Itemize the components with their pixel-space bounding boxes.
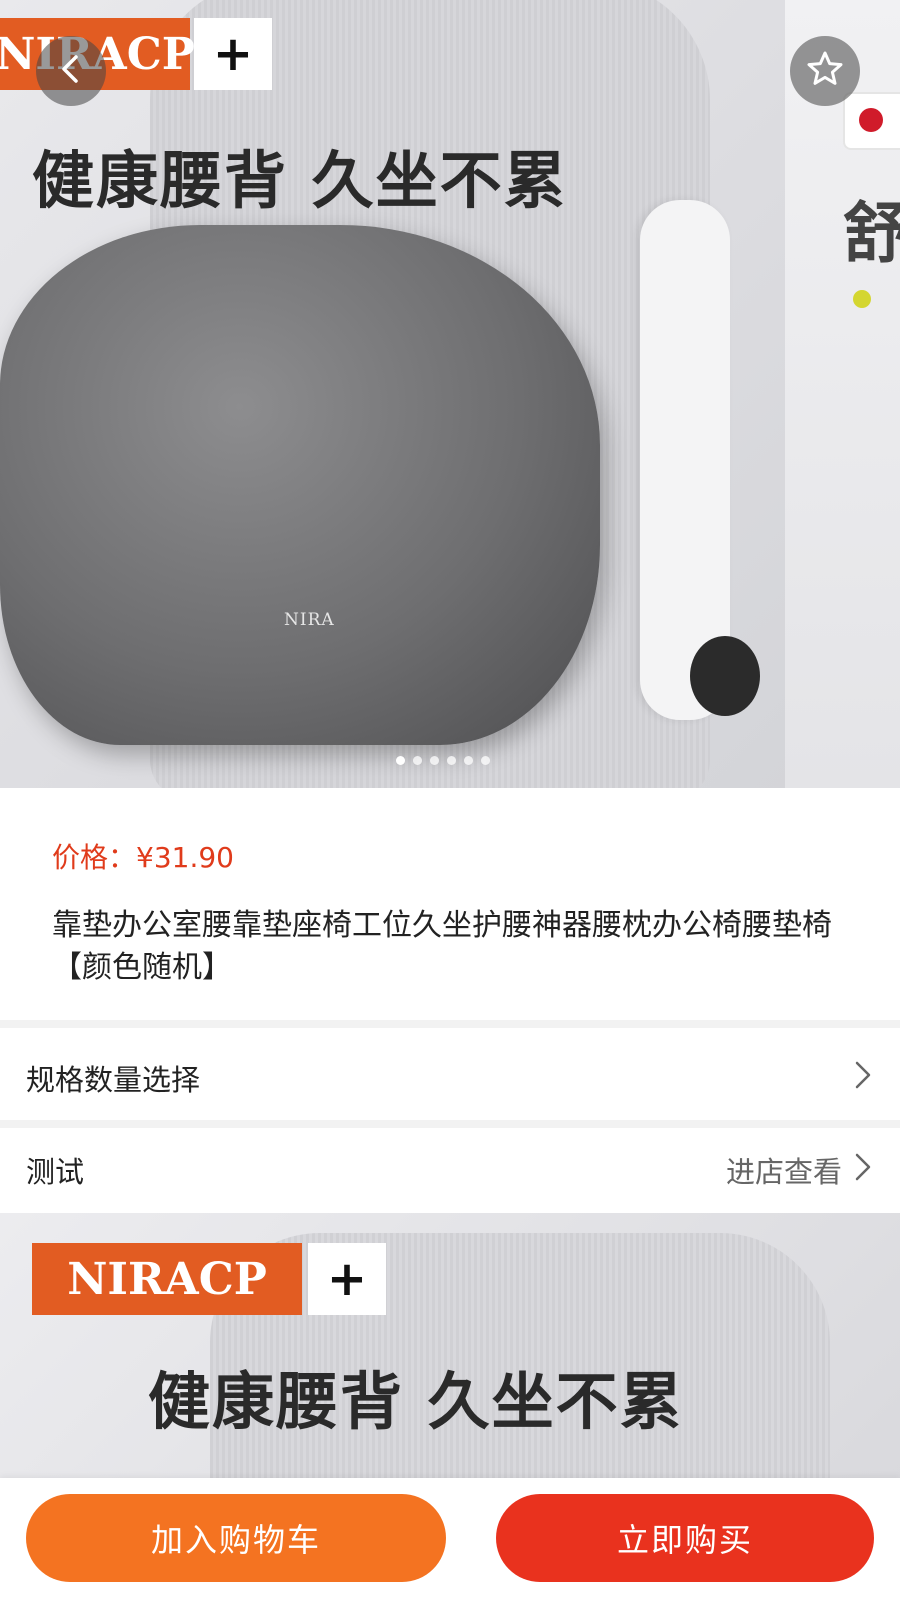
section-divider xyxy=(0,1120,900,1128)
visit-shop-link[interactable]: 进店查看 xyxy=(726,1149,874,1191)
star-outline-icon xyxy=(805,49,845,93)
bottom-action-bar: 加入购物车 立即购买 xyxy=(0,1478,900,1600)
brand-plus: + xyxy=(308,1243,386,1315)
visit-shop-label: 进店查看 xyxy=(725,1155,842,1189)
product-title: 靠垫办公室腰靠垫座椅工位久坐护腰神器腰枕办公椅腰垫椅 【颜色随机】 xyxy=(52,908,832,985)
product-image-carousel[interactable]: 舒 NIRA NIRACP + 健康腰背 久坐不累 xyxy=(0,0,900,788)
detail-headline: 健康腰背 久坐不累 xyxy=(148,1365,684,1438)
price-label: 价格： xyxy=(52,841,137,874)
section-divider xyxy=(0,1020,900,1028)
chevron-left-icon xyxy=(54,52,88,90)
flag-icon xyxy=(843,92,900,150)
brand-plus: + xyxy=(194,18,272,90)
chevron-right-icon xyxy=(852,1152,874,1189)
spec-row-label: 规格数量选择 xyxy=(26,1063,201,1097)
price: 价格：¥31.90 xyxy=(52,836,234,876)
buy-now-button[interactable]: 立即购买 xyxy=(496,1494,874,1582)
spec-quantity-selector[interactable]: 规格数量选择 xyxy=(0,1036,900,1120)
cushion-brand-label: NIRA xyxy=(284,610,335,630)
product-detail-image: NIRACP + 健康腰背 久坐不累 xyxy=(0,1213,900,1493)
chevron-right-icon xyxy=(852,1060,874,1097)
carousel-dot[interactable] xyxy=(447,756,456,765)
carousel-dot[interactable] xyxy=(464,756,473,765)
bullet-dot xyxy=(853,290,871,308)
back-button[interactable] xyxy=(36,36,106,106)
carousel-dot[interactable] xyxy=(430,756,439,765)
carousel-indicator xyxy=(396,756,490,765)
hero-headline: 健康腰背 久坐不累 xyxy=(32,144,568,217)
next-slide-preview: 舒 xyxy=(785,0,900,788)
add-to-cart-button[interactable]: 加入购物车 xyxy=(26,1494,446,1582)
spec-row-right xyxy=(852,1060,874,1097)
carousel-dot[interactable] xyxy=(396,756,405,765)
price-value: ¥31.90 xyxy=(136,841,234,874)
armrest-knob-image xyxy=(690,636,760,716)
lumbar-cushion-image xyxy=(0,225,600,745)
shop-row[interactable]: 测试 进店查看 xyxy=(0,1128,900,1212)
carousel-dot[interactable] xyxy=(413,756,422,765)
favorite-button[interactable] xyxy=(790,36,860,106)
brand-logo: NIRACP + xyxy=(32,1243,386,1315)
next-slide-text: 舒 xyxy=(843,195,900,272)
shop-name: 测试 xyxy=(26,1155,85,1189)
carousel-dot[interactable] xyxy=(481,756,490,765)
brand-name: NIRACP xyxy=(32,1243,302,1315)
